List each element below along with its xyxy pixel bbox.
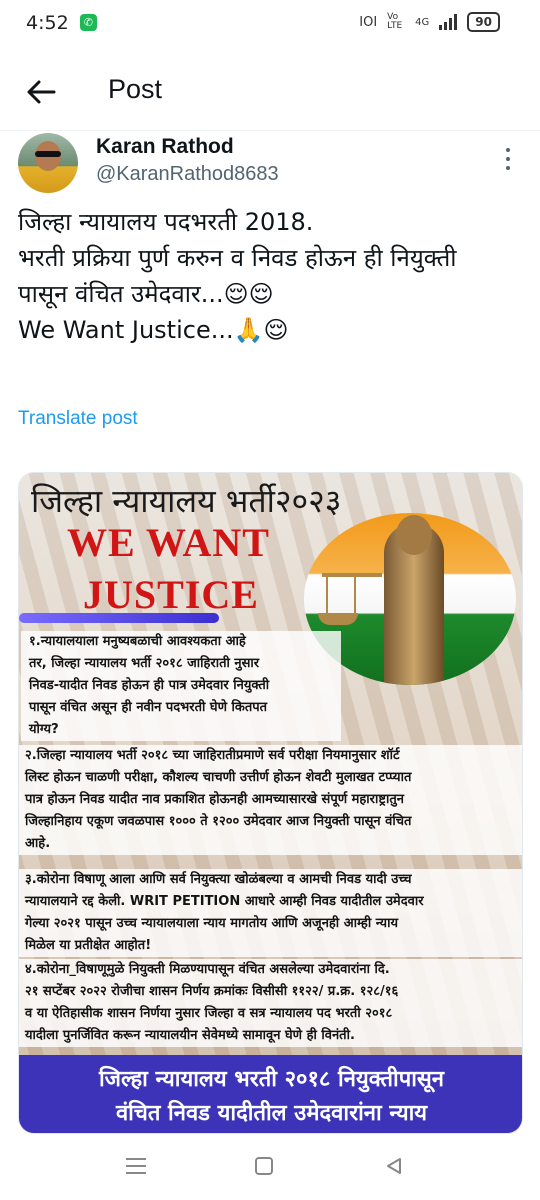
paragraph-line: तर, जिल्हा न्यायालय भर्ती २०१८ जाहिराती …	[21, 653, 341, 675]
paragraph-line: २१ सप्टेंबर २०२२ रोजीचा शासन निर्णय क्रम…	[19, 981, 522, 1003]
paragraph-line: यादीला पुनर्जिवित करून न्यायालयीन सेवेमध…	[19, 1025, 522, 1047]
headline-underline	[19, 613, 219, 623]
paragraph-line: निवड-यादीत निवड होऊन ही पात्र उमेदवार नि…	[21, 675, 341, 697]
image-headline-want: WE WANT	[67, 520, 270, 565]
more-options-icon[interactable]	[506, 148, 514, 170]
image-paragraph-1: १.न्यायालयाला मनुष्यबळाची आवश्यकता आहे त…	[21, 631, 341, 741]
banner-line: जिल्हा न्यायालय भरती २०१८ नियुक्तीपासून	[98, 1067, 445, 1092]
volte-icon: Vo LTE	[387, 12, 403, 31]
app-header: Post	[0, 58, 540, 128]
system-nav-bar	[0, 1140, 540, 1200]
author-name[interactable]: Karan Rathod	[96, 135, 234, 159]
paragraph-line: ३.कोरोना विषाणू आला आणि सर्व नियुक्त्या …	[19, 869, 522, 891]
image-title: जिल्हा न्यायालय भर्ती२०२३	[31, 482, 342, 520]
network-type-label: 4G	[415, 16, 430, 28]
status-time: 4:52	[26, 12, 69, 34]
back-triangle-icon[interactable]	[384, 1156, 404, 1176]
paragraph-line: योग्य?	[21, 719, 341, 741]
home-square-icon[interactable]	[255, 1157, 273, 1175]
paragraph-line: १.न्यायालयाला मनुष्यबळाची आवश्यकता आहे	[21, 631, 341, 653]
author-handle[interactable]: @KaranRathod8683	[96, 163, 279, 186]
paragraph-line: पात्र होऊन निवड यादीत नाव प्रकाशित होऊनह…	[19, 789, 522, 811]
avatar[interactable]	[18, 133, 78, 193]
paragraph-line: ४.कोरोना_विषाणूमुळे नियुक्ती मिळण्यापासू…	[19, 959, 522, 981]
paragraph-line: गेल्या २०२१ पासून उच्च न्यायालयाला न्याय…	[19, 913, 522, 935]
paragraph-line: मिळेल या प्रतीक्षेत आहोत!	[19, 935, 522, 957]
post-text: जिल्हा न्यायालय पदभरती 2018. भरती प्रक्र…	[18, 204, 523, 348]
post-text-line: पासून वंचित उमेदवार...😌😌	[18, 280, 274, 308]
paragraph-line: व या ऐतिहासीक शासन निर्णया नुसार जिल्हा …	[19, 1003, 522, 1025]
paragraph-line: न्यायालयाने रद्द केली. WRIT PETITION आधा…	[19, 891, 522, 913]
image-paragraph-2: २.जिल्हा न्यायालय भर्ती २०१८ च्या जाहिरा…	[19, 745, 522, 855]
header-divider	[0, 130, 540, 131]
image-paragraph-4: ४.कोरोना_विषाणूमुळे नियुक्ती मिळण्यापासू…	[19, 959, 522, 1047]
paragraph-line: लिस्ट होऊन चाळणी परीक्षा, कौशल्य चाचणी उ…	[19, 767, 522, 789]
translate-post-link[interactable]: Translate post	[18, 408, 138, 430]
image-headline-justice: JUSTICE	[83, 572, 259, 617]
banner-line: वंचित निवड यादीतील उमेदवारांना न्याय	[115, 1101, 428, 1126]
whatsapp-icon: ✆	[80, 14, 97, 31]
signal-icon	[439, 14, 458, 30]
paragraph-line: जिल्हानिहाय एकूण जवळपास १००० ते १२०० उमे…	[19, 811, 522, 833]
paragraph-line: आहे.	[19, 833, 522, 855]
recent-apps-icon[interactable]	[126, 1158, 146, 1174]
post-text-line: We Want Justice...🙏😌	[18, 316, 289, 344]
post-image[interactable]: जिल्हा न्यायालय भर्ती२०२३ WE WANT JUSTIC…	[18, 472, 523, 1134]
arrow-left-icon[interactable]	[24, 74, 60, 110]
image-paragraph-3: ३.कोरोना विषाणू आला आणि सर्व नियुक्त्या …	[19, 869, 522, 957]
image-banner: जिल्हा न्यायालय भरती २०१८ नियुक्तीपासून …	[19, 1055, 522, 1133]
page-title: Post	[108, 74, 163, 104]
status-bar: 4:52 ✆ IOI Vo LTE 4G 90	[0, 0, 540, 48]
vibrate-icon: IOI	[359, 14, 378, 30]
battery-indicator: 90	[467, 12, 500, 32]
paragraph-line: २.जिल्हा न्यायालय भर्ती २०१८ च्या जाहिरा…	[19, 745, 522, 767]
paragraph-line: पासून वंचित असून ही नवीन पदभरती घेणे कित…	[21, 697, 341, 719]
post-text-line: जिल्हा न्यायालय पदभरती 2018.	[18, 208, 314, 236]
post-text-line: भरती प्रक्रिया पुर्ण करुन व निवड होऊन ही…	[18, 244, 457, 272]
status-indicators: IOI Vo LTE 4G 90	[359, 12, 500, 32]
